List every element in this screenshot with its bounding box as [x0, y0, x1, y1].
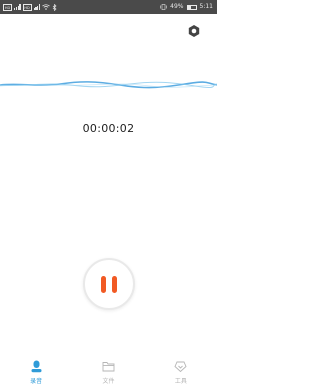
sim-badge-1: HD — [3, 3, 12, 11]
battery-percent: 49% — [170, 3, 184, 10]
signal-icon-2 — [33, 4, 41, 10]
nav-label-files: 文件 — [102, 378, 115, 385]
vibrate-icon — [160, 4, 167, 10]
gear-icon — [188, 25, 200, 37]
folder-icon — [102, 362, 115, 372]
signal-icon — [14, 4, 21, 10]
pause-icon-bar-right — [112, 275, 117, 293]
status-left: HD HD — [3, 0, 57, 14]
bottom-nav: 录音 文件 工具 — [0, 354, 217, 392]
wifi-icon — [42, 4, 50, 10]
nav-item-record[interactable]: 录音 — [0, 354, 72, 392]
toolbox-icon — [174, 361, 187, 373]
status-time: 5:11 — [199, 3, 213, 10]
pause-icon-bar-left — [101, 275, 106, 293]
waveform — [0, 81, 217, 89]
bluetooth-icon — [52, 3, 57, 11]
status-right: 49% 5:11 — [160, 0, 213, 14]
sim-badge-2: HD — [22, 3, 32, 11]
microphone-icon — [31, 360, 42, 373]
recording-timer: 00:00:02 — [82, 122, 135, 135]
battery-icon — [186, 4, 197, 10]
nav-label-record: 录音 — [30, 378, 43, 385]
status-bar: HD HD 49% 5:11 — [0, 0, 217, 14]
settings-button[interactable] — [186, 23, 202, 39]
nav-label-tools: 工具 — [174, 378, 187, 385]
nav-item-tools[interactable]: 工具 — [145, 354, 217, 392]
nav-item-files[interactable]: 文件 — [72, 354, 144, 392]
pause-button[interactable] — [83, 258, 135, 310]
